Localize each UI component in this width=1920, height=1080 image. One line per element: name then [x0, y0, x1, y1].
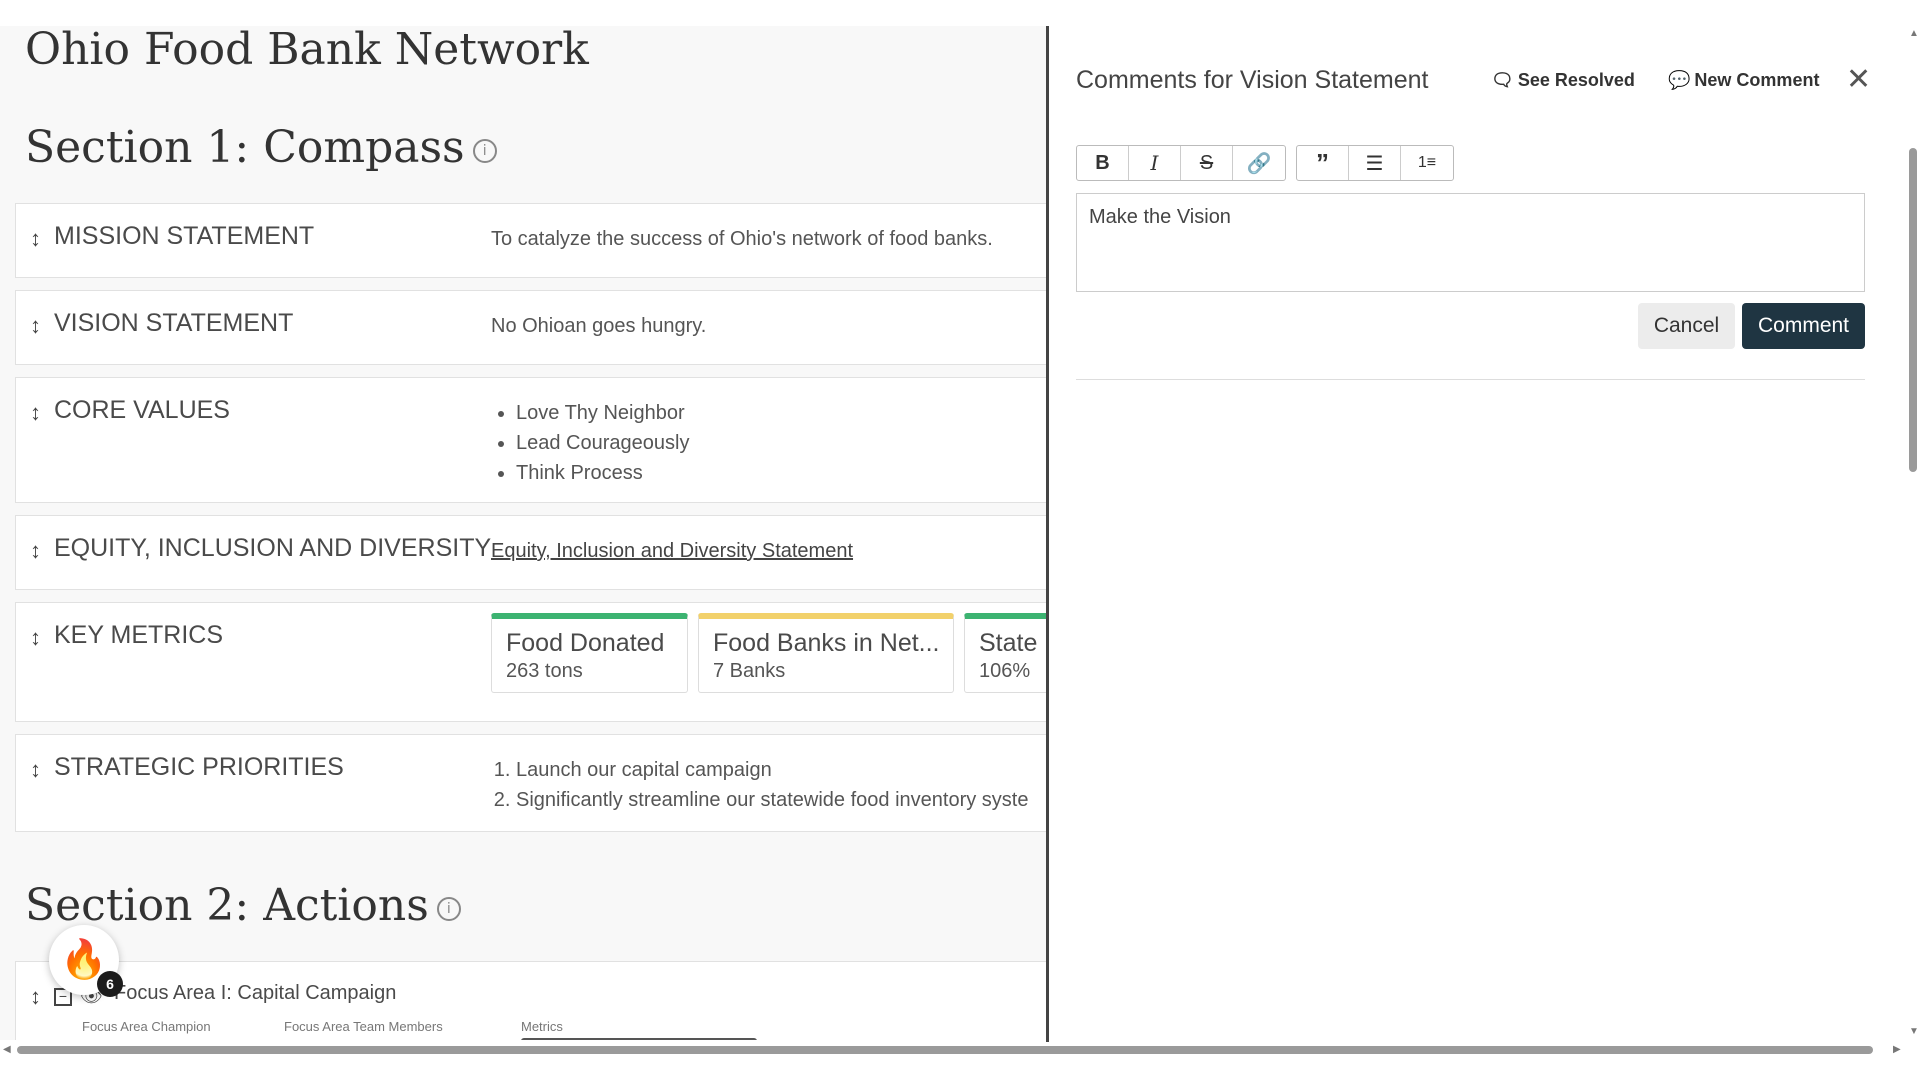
strategic-priorities-label: STRATEGIC PRIORITIES — [54, 753, 344, 781]
drag-handle-icon[interactable]: ↕ — [30, 313, 41, 339]
info-icon[interactable]: i — [436, 896, 461, 921]
equity-content: Equity, Inclusion and Diversity Statemen… — [491, 540, 853, 563]
strategic-priorities-row: ↕ STRATEGIC PRIORITIES Launch our capita… — [15, 734, 1046, 832]
core-values-row: ↕ CORE VALUES Love Thy Neighbor Lead Cou… — [15, 377, 1046, 503]
editor-toolbar: B I S 🔗 ” ☰ 1≡ — [1076, 145, 1454, 181]
comments-panel: Comments for Vision Statement 🗨 See Resol… — [1049, 26, 1909, 1040]
see-resolved-button[interactable]: 🗨 See Resolved — [1491, 70, 1635, 91]
scroll-right-icon[interactable]: ▶ — [1893, 1044, 1901, 1055]
italic-icon[interactable]: I — [1129, 146, 1181, 180]
streak-badge[interactable]: 🔥 6 — [49, 925, 123, 997]
focus-area-title[interactable]: Focus Area I: Capital Campaign — [114, 982, 396, 1005]
vision-text[interactable]: No Ohioan goes hungry. — [491, 315, 706, 338]
drag-handle-icon[interactable]: ↕ — [30, 226, 41, 252]
page-title: Ohio Food Bank Network — [25, 24, 589, 75]
info-icon[interactable]: i — [472, 138, 497, 163]
comment-outline-icon: 🗨 — [1491, 70, 1514, 90]
vertical-scrollbar[interactable]: ▲ ▼ — [1906, 26, 1920, 1040]
metric-title: Food Donated — [506, 629, 665, 657]
list-item: Launch our capital campaign — [516, 755, 1028, 785]
list-item: Love Thy Neighbor — [516, 398, 689, 428]
top-band — [0, 0, 1046, 26]
notification-count: 6 — [97, 971, 123, 997]
list-item: Lead Courageously — [516, 428, 689, 458]
core-values-label: CORE VALUES — [54, 396, 230, 424]
see-resolved-label: See Resolved — [1517, 70, 1635, 90]
block-group: ” ☰ 1≡ — [1296, 145, 1454, 181]
section-1-heading: Section 1: Compass i — [25, 122, 497, 173]
close-icon[interactable]: ✕ — [1846, 62, 1871, 97]
comment-button[interactable]: Comment — [1742, 303, 1865, 349]
metric-title: State — [979, 629, 1038, 657]
format-group: B I S 🔗 — [1076, 145, 1286, 181]
quote-icon[interactable]: ” — [1297, 146, 1349, 180]
mission-statement-row: ↕ MISSION STATEMENT To catalyze the succ… — [15, 203, 1046, 278]
mission-label: MISSION STATEMENT — [54, 222, 315, 250]
vision-statement-row: ↕ VISION STATEMENT No Ohioan goes hungry… — [15, 290, 1046, 365]
scrollbar-thumb[interactable] — [17, 1046, 1873, 1054]
equity-statement-link[interactable]: Equity, Inclusion and Diversity Statemen… — [491, 540, 853, 562]
vision-label: VISION STATEMENT — [54, 309, 294, 337]
priorities-list-wrap: Launch our capital campaign Significantl… — [491, 755, 1028, 815]
numbered-list-icon[interactable]: 1≡ — [1401, 146, 1453, 180]
metric-value: 7 Banks — [713, 660, 786, 682]
drag-handle-icon[interactable]: ↕ — [30, 984, 41, 1010]
equity-row: ↕ EQUITY, INCLUSION AND DIVERSITY Equity… — [15, 515, 1046, 590]
comment-filled-icon: 💬 — [1668, 70, 1691, 90]
drag-handle-icon[interactable]: ↕ — [30, 400, 41, 426]
list-item: Think Process — [516, 458, 689, 488]
priorities-list[interactable]: Launch our capital campaign Significantl… — [491, 755, 1028, 815]
metric-value: 263 tons — [506, 660, 583, 682]
metric-card[interactable]: Food Donated 263 tons — [491, 613, 688, 693]
mission-text[interactable]: To catalyze the success of Ohio's networ… — [491, 228, 993, 251]
drag-handle-icon[interactable]: ↕ — [30, 757, 41, 783]
equity-label: EQUITY, INCLUSION AND DIVERSITY — [54, 534, 492, 562]
key-metrics-label: KEY METRICS — [54, 621, 224, 649]
scroll-down-icon[interactable]: ▼ — [1909, 1026, 1919, 1037]
core-values-list[interactable]: Love Thy Neighbor Lead Courageously Thin… — [491, 398, 689, 488]
metric-value: 106% — [979, 660, 1031, 682]
divider — [1076, 379, 1865, 380]
champion-column-label: Focus Area Champion — [82, 1019, 211, 1034]
key-metrics-row: ↕ KEY METRICS Food Donated 263 tons Food… — [15, 602, 1046, 722]
comments-panel-title: Comments for Vision Statement — [1076, 66, 1429, 94]
scroll-left-icon[interactable]: ◀ — [3, 1044, 11, 1055]
document-area: Ohio Food Bank Network Section 1: Compas… — [0, 0, 1046, 1040]
cancel-button[interactable]: Cancel — [1638, 303, 1735, 349]
bold-icon[interactable]: B — [1077, 146, 1129, 180]
drag-handle-icon[interactable]: ↕ — [30, 538, 41, 564]
comment-editor[interactable]: Make the Vision — [1076, 193, 1865, 292]
link-icon[interactable]: 🔗 — [1233, 146, 1285, 180]
core-values-list-wrap: Love Thy Neighbor Lead Courageously Thin… — [491, 398, 689, 488]
scroll-up-icon[interactable]: ▲ — [1909, 28, 1919, 39]
team-column-label: Focus Area Team Members — [284, 1019, 443, 1034]
drag-handle-icon[interactable]: ↕ — [30, 625, 41, 651]
metric-card[interactable]: Food Banks in Net... 7 Banks — [698, 613, 954, 693]
metric-card[interactable]: State 106% — [964, 613, 1046, 693]
metric-title: Food Banks in Net... — [713, 629, 940, 657]
horizontal-scrollbar[interactable]: ◀ ▶ — [0, 1040, 1920, 1060]
section-1-title: Section 1: Compass — [25, 122, 465, 173]
section-2-title: Section 2: Actions — [25, 880, 429, 931]
list-item: Significantly streamline our statewide f… — [516, 785, 1028, 815]
focus-area-row: ↕ − 👁 Focus Area I: Capital Campaign Foc… — [15, 961, 1046, 1040]
bullet-list-icon[interactable]: ☰ — [1349, 146, 1401, 180]
strikethrough-icon[interactable]: S — [1181, 146, 1233, 180]
new-comment-label: New Comment — [1694, 70, 1820, 90]
new-comment-button[interactable]: 💬 New Comment — [1668, 70, 1819, 91]
metrics-column-label: Metrics — [521, 1019, 563, 1034]
scrollbar-thumb[interactable] — [1909, 148, 1917, 472]
section-2-heading: Section 2: Actions i — [25, 880, 461, 931]
